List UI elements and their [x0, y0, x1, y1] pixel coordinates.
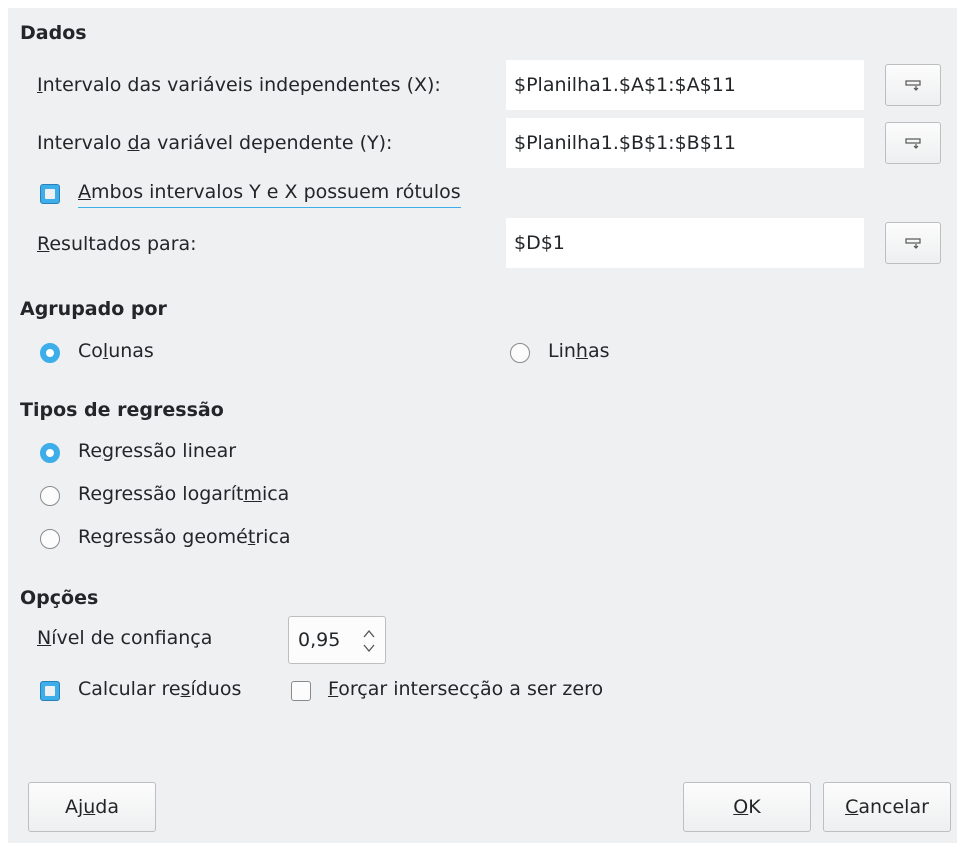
cancel-button[interactable]: Cancelar	[823, 782, 951, 832]
results-label: Resultados para:	[37, 233, 197, 255]
y-range-label: Intervalo da variável dependente (Y):	[37, 132, 393, 154]
linear-label[interactable]: Regressão linear	[78, 440, 236, 462]
ok-button[interactable]: OK	[683, 782, 811, 832]
section-title-dados: Dados	[20, 22, 87, 44]
shrink-icon	[905, 80, 921, 91]
results-shrink-button[interactable]	[885, 222, 941, 264]
force-zero-label[interactable]: Forçar intersecção a ser zero	[328, 678, 603, 700]
x-range-shrink-button[interactable]	[885, 64, 941, 106]
x-range-label: Intervalo das variáveis independentes (X…	[37, 74, 441, 96]
linhas-label[interactable]: Linhas	[548, 340, 610, 362]
shrink-icon	[905, 238, 921, 249]
linear-radio[interactable]	[40, 443, 60, 463]
section-title-tipos: Tipos de regressão	[20, 399, 224, 421]
y-range-shrink-button[interactable]	[885, 122, 941, 164]
residuals-checkbox[interactable]	[40, 681, 60, 701]
x-range-input[interactable]: $Planilha1.$A$1:$A$11	[506, 60, 864, 110]
labels-checkbox[interactable]	[40, 184, 60, 204]
labels-checkbox-label[interactable]: Ambos intervalos Y e X possuem rótulos	[78, 181, 461, 208]
colunas-label[interactable]: Colunas	[78, 340, 154, 362]
confidence-spinbox[interactable]: 0,95	[288, 616, 386, 664]
confidence-label: Nível de confiança	[37, 627, 213, 649]
confidence-value: 0,95	[298, 629, 341, 651]
y-range-input[interactable]: $Planilha1.$B$1:$B$11	[506, 118, 864, 168]
geometric-label[interactable]: Regressão geométrica	[78, 526, 291, 548]
help-button[interactable]: Aj u da	[28, 782, 156, 832]
logarithmic-radio[interactable]	[40, 486, 60, 506]
geometric-radio[interactable]	[40, 529, 60, 549]
shrink-icon	[905, 138, 921, 149]
section-title-agrupado: Agrupado por	[20, 298, 167, 320]
colunas-radio[interactable]	[40, 343, 60, 363]
residuals-label[interactable]: Calcular resíduos	[78, 678, 241, 700]
force-zero-checkbox[interactable]	[291, 681, 311, 701]
linhas-radio[interactable]	[510, 343, 530, 363]
spin-arrows-icon[interactable]	[361, 627, 377, 655]
logarithmic-label[interactable]: Regressão logarítmica	[78, 483, 289, 505]
results-input[interactable]: $D$1	[506, 218, 864, 268]
regression-dialog: Dados Intervalo das variáveis independen…	[8, 8, 957, 843]
section-title-opcoes: Opções	[20, 587, 99, 609]
